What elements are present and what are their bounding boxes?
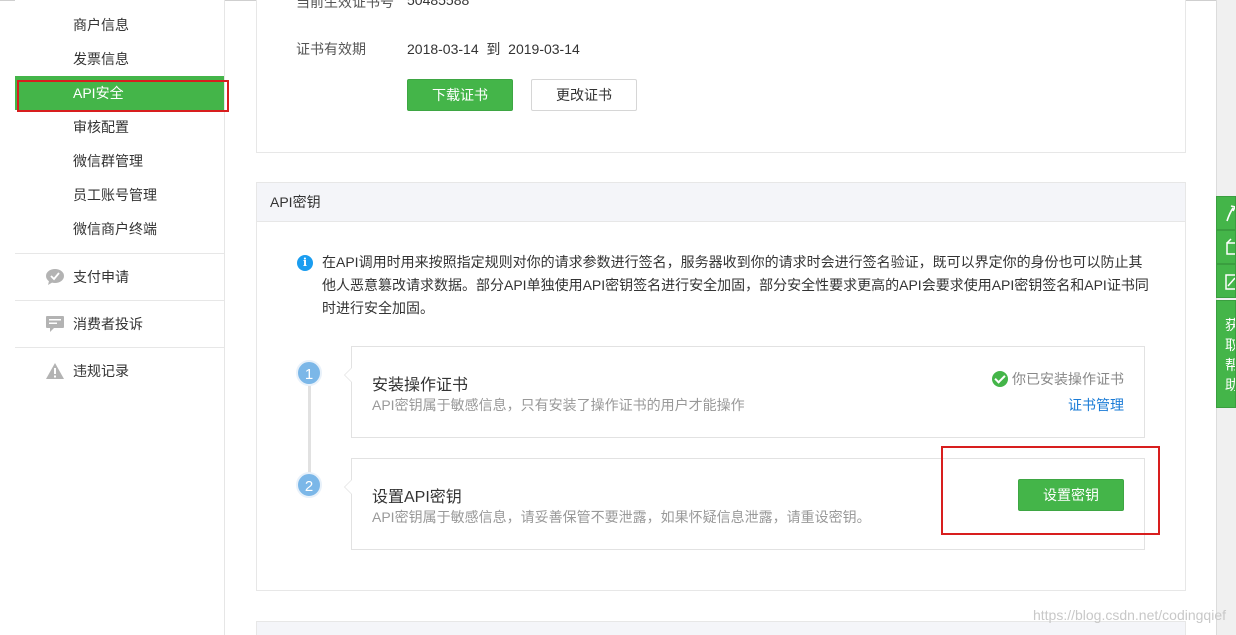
thumb-icon bbox=[1226, 238, 1235, 255]
watermark: https://blog.csdn.net/codingqief bbox=[1032, 607, 1226, 623]
float-help-button[interactable]: 获取帮助 bbox=[1216, 300, 1236, 408]
sidebar-item-label: 违规记录 bbox=[73, 363, 129, 379]
step-number-1: 1 bbox=[296, 360, 322, 386]
cert-id-label: 当前生效证书号 bbox=[296, 0, 394, 10]
sidebar-item-merchant-info[interactable]: 商户信息 bbox=[15, 8, 224, 42]
step-card-install-cert: 安装操作证书 API密钥属于敏感信息，只有安装了操作证书的用户才能操作 你已安装… bbox=[344, 346, 1145, 438]
cert-validity-label: 证书有效期 bbox=[296, 41, 366, 57]
change-cert-button[interactable]: 更改证书 bbox=[531, 79, 637, 111]
sidebar-item-label: 消费者投诉 bbox=[73, 316, 143, 332]
sidebar-item-staff-accounts[interactable]: 员工账号管理 bbox=[15, 178, 224, 212]
check-circle-icon bbox=[992, 371, 1008, 387]
share-icon bbox=[1226, 205, 1235, 222]
step-title: 安装操作证书 bbox=[372, 377, 469, 394]
status-text: 你已安装操作证书 bbox=[1012, 371, 1124, 387]
step-title: 设置API密钥 bbox=[372, 489, 462, 506]
step-card-set-api-key: 设置API密钥 API密钥属于敏感信息，请妥善保管不要泄露，如果怀疑信息泄露，请… bbox=[344, 458, 1145, 550]
sidebar-item-violation-records[interactable]: 违规记录 bbox=[15, 348, 224, 394]
sidebar-item-payment-apply[interactable]: 支付申请 bbox=[15, 254, 224, 300]
step-desc: API密钥属于敏感信息，请妥善保管不要泄露，如果怀疑信息泄露，请重设密钥。 bbox=[372, 509, 871, 525]
section-title: API密钥 bbox=[257, 183, 1185, 222]
chat-bubble-icon bbox=[46, 269, 64, 285]
cert-installed-status: 你已安装操作证书 bbox=[992, 369, 1124, 389]
cert-validity-value: 2018-03-14 到 2019-03-14 bbox=[407, 41, 580, 57]
set-key-button[interactable]: 设置密钥 bbox=[1018, 479, 1124, 511]
sidebar-item-wechat-group[interactable]: 微信群管理 bbox=[15, 144, 224, 178]
sidebar-item-review-config[interactable]: 审核配置 bbox=[15, 110, 224, 144]
sidebar-item-consumer-complaints[interactable]: 消费者投诉 bbox=[15, 301, 224, 347]
sidebar-item-api-security[interactable]: API安全 bbox=[15, 76, 224, 110]
step-timeline bbox=[308, 384, 311, 486]
download-cert-button[interactable]: 下载证书 bbox=[407, 79, 513, 111]
cert-management-link[interactable]: 证书管理 bbox=[1068, 395, 1124, 415]
sidebar-item-label: 支付申请 bbox=[73, 269, 129, 285]
sidebar-item-invoice-info[interactable]: 发票信息 bbox=[15, 42, 224, 76]
message-icon bbox=[46, 316, 64, 332]
cert-id-value: 50485588 bbox=[407, 0, 470, 8]
info-icon: i bbox=[297, 255, 313, 271]
next-panel bbox=[256, 621, 1186, 635]
sidebar-item-merchant-terminal[interactable]: 微信商户终端 bbox=[15, 212, 224, 246]
card-arrow bbox=[345, 367, 353, 383]
float-edit-button[interactable] bbox=[1216, 264, 1236, 298]
certificate-panel: 当前生效证书号 50485588 证书有效期 2018-03-14 到 2019… bbox=[256, 0, 1186, 153]
step-desc: API密钥属于敏感信息，只有安装了操作证书的用户才能操作 bbox=[372, 397, 745, 413]
warning-icon bbox=[46, 363, 64, 379]
float-share-button[interactable] bbox=[1216, 196, 1236, 230]
card-arrow bbox=[345, 479, 353, 495]
float-like-button[interactable] bbox=[1216, 230, 1236, 264]
api-key-info-text: 在API调用时用来按照指定规则对你的请求参数进行签名，服务器收到你的请求时会进行… bbox=[322, 254, 1149, 316]
edit-icon bbox=[1225, 274, 1235, 290]
step-number-2: 2 bbox=[296, 472, 322, 498]
